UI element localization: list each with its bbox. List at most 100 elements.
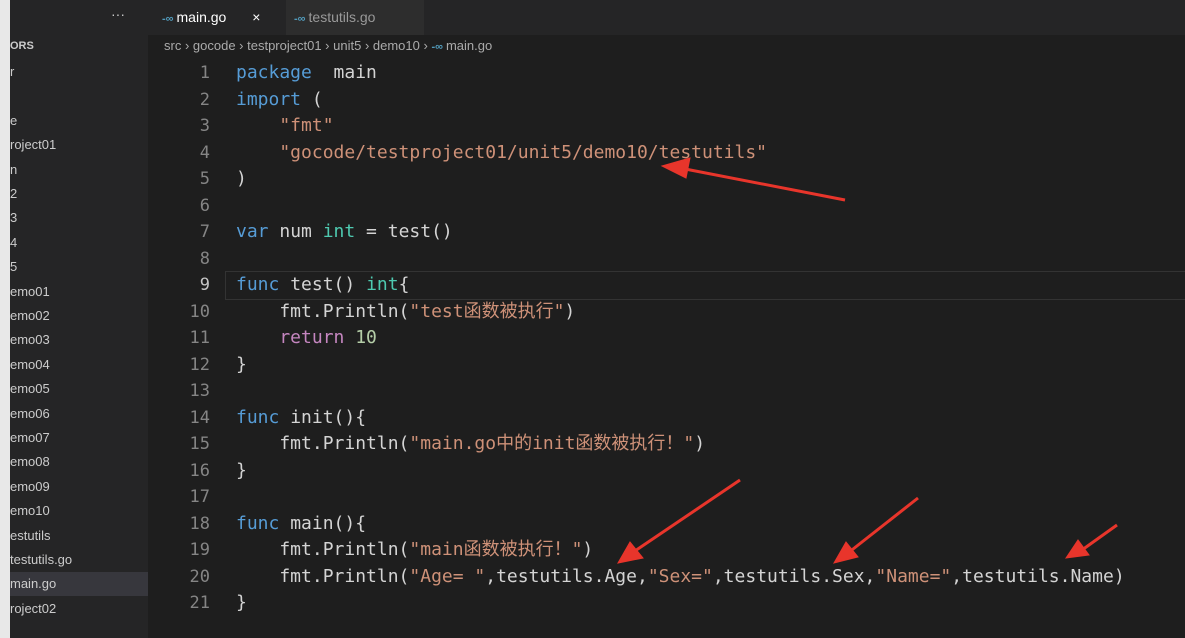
line-number: 14 [189,407,210,428]
code-line[interactable]: "fmt" [236,113,1185,140]
code-line[interactable] [236,484,1185,511]
line-number: 18 [189,513,210,534]
code-line[interactable]: fmt.Println("Age= ",testutils.Age,"Sex="… [236,564,1185,591]
chevron-right-icon: › [419,38,432,53]
code-token: main(){ [279,512,367,534]
code-token: ,testutils.Name) [951,565,1125,587]
code-line[interactable]: return 10 [236,325,1185,352]
code-token: { [398,274,410,295]
code-token: int [366,274,399,295]
line-number: 19 [189,540,210,560]
explorer-sidebar: ··· ORS r e roject01 n 2 3 4 5 emo01 emo02 emo03 em… [10,0,148,638]
window-edge [0,0,10,638]
explorer-item[interactable]: e [10,109,148,133]
line-number: 5 [199,169,210,189]
explorer-item[interactable]: n [10,158,148,182]
code-line[interactable]: fmt.Println("main.go中的init函数被执行！") [236,431,1185,458]
line-number: 15 [189,434,210,454]
code-token: "main函数被执行！" [409,539,583,560]
code-line[interactable]: } [236,590,1185,617]
explorer-item[interactable]: emo10 [10,499,148,523]
code-token: num [268,221,323,242]
code-line[interactable]: } [236,458,1185,485]
more-actions-button[interactable]: ··· [111,6,125,22]
breadcrumb-item[interactable]: testproject01 [247,38,321,53]
explorer-item[interactable]: testutils.go [10,548,148,572]
line-number: 20 [189,566,210,587]
go-file-icon: -∞ [431,41,443,53]
explorer-item[interactable]: 4 [10,231,148,255]
explorer-item[interactable]: 5 [10,255,148,279]
explorer-item[interactable]: roject01 [10,133,148,157]
code-token: ,testutils.Age, [485,565,648,587]
code-token: ) [582,539,594,560]
breadcrumb-item[interactable]: unit5 [333,38,361,53]
code-token: fmt.Println( [236,433,410,454]
line-number: 7 [199,222,210,242]
explorer-item[interactable]: main.go [10,572,148,597]
code-token: func [236,274,280,295]
line-number: 3 [199,116,210,136]
code-line[interactable] [236,193,1185,220]
code-line[interactable] [236,246,1185,273]
line-number: 8 [199,248,210,269]
code-token: fmt.Println( [236,565,410,587]
code-token: ) [564,300,576,322]
code-line[interactable]: func test() int{ [225,271,1185,300]
code-line[interactable]: var num int = test() [236,219,1185,246]
explorer-item[interactable]: emo02 [10,304,148,328]
breadcrumb-item[interactable]: gocode [193,38,236,53]
line-number: 13 [189,381,210,401]
code-token: import [236,88,302,110]
code-token: "test函数被执行" [409,300,565,322]
code-line[interactable]: import ( [236,87,1185,114]
tab-bar: -∞ main.go × -∞ testutils.go [148,0,1185,35]
explorer-item[interactable]: roject02 [10,597,148,621]
line-number: 21 [189,593,210,613]
line-number: 16 [189,460,210,481]
code-line[interactable]: func init(){ [236,405,1185,432]
breadcrumb-item[interactable]: main.go [446,38,492,53]
code-editor[interactable]: package main import ( "fmt" "gocode/testp… [225,60,1185,617]
code-line[interactable]: fmt.Println("test函数被执行") [236,299,1185,326]
code-token: return [236,327,345,348]
breadcrumb-item[interactable]: src [164,38,181,53]
explorer-item[interactable]: emo09 [10,475,148,499]
code-line[interactable]: "gocode/testproject01/unit5/demo10/testu… [236,140,1185,167]
explorer-item[interactable]: estutils [10,524,148,548]
chevron-right-icon: › [181,38,193,53]
code-line[interactable]: package main [236,60,1185,87]
tab-main-go[interactable]: -∞ main.go × [162,0,282,35]
code-line[interactable]: ) [236,166,1185,193]
code-token: int [322,221,356,242]
explorer-item[interactable]: emo01 [10,280,148,304]
explorer-item[interactable]: emo03 [10,328,148,352]
line-numbers: 1 2 3 4 5 6 7 8 9 10 11 12 13 14 15 16 17 18 19 20 21 [150,60,210,617]
code-token: = test() [355,221,453,242]
breadcrumb-item[interactable]: demo10 [373,38,420,53]
line-number: 17 [189,487,210,507]
code-line[interactable]: func main(){ [236,511,1185,538]
explorer-item[interactable]: emo08 [10,450,148,474]
code-token: package [236,62,312,83]
explorer-item[interactable]: emo04 [10,353,148,377]
explorer-item[interactable]: emo06 [10,402,148,426]
go-file-icon: -∞ [294,13,306,25]
explorer-item[interactable]: 2 [10,182,148,206]
tab-testutils-go[interactable]: -∞ testutils.go [286,0,424,35]
close-tab-button[interactable]: × [252,9,260,25]
code-token: } [236,592,247,613]
code-line[interactable] [236,378,1185,405]
line-number: 9 [199,275,210,295]
explorer-section-header[interactable]: ORS [10,40,34,52]
explorer-item[interactable]: 3 [10,206,148,230]
explorer-item[interactable] [10,84,148,108]
explorer-item[interactable]: emo05 [10,377,148,401]
code-token: init(){ [279,406,367,428]
code-line[interactable]: } [236,352,1185,379]
explorer-item[interactable]: r [10,60,148,84]
code-line[interactable]: fmt.Println("main函数被执行！") [236,537,1185,564]
explorer-item[interactable]: emo07 [10,426,148,450]
line-number: 6 [199,195,210,216]
